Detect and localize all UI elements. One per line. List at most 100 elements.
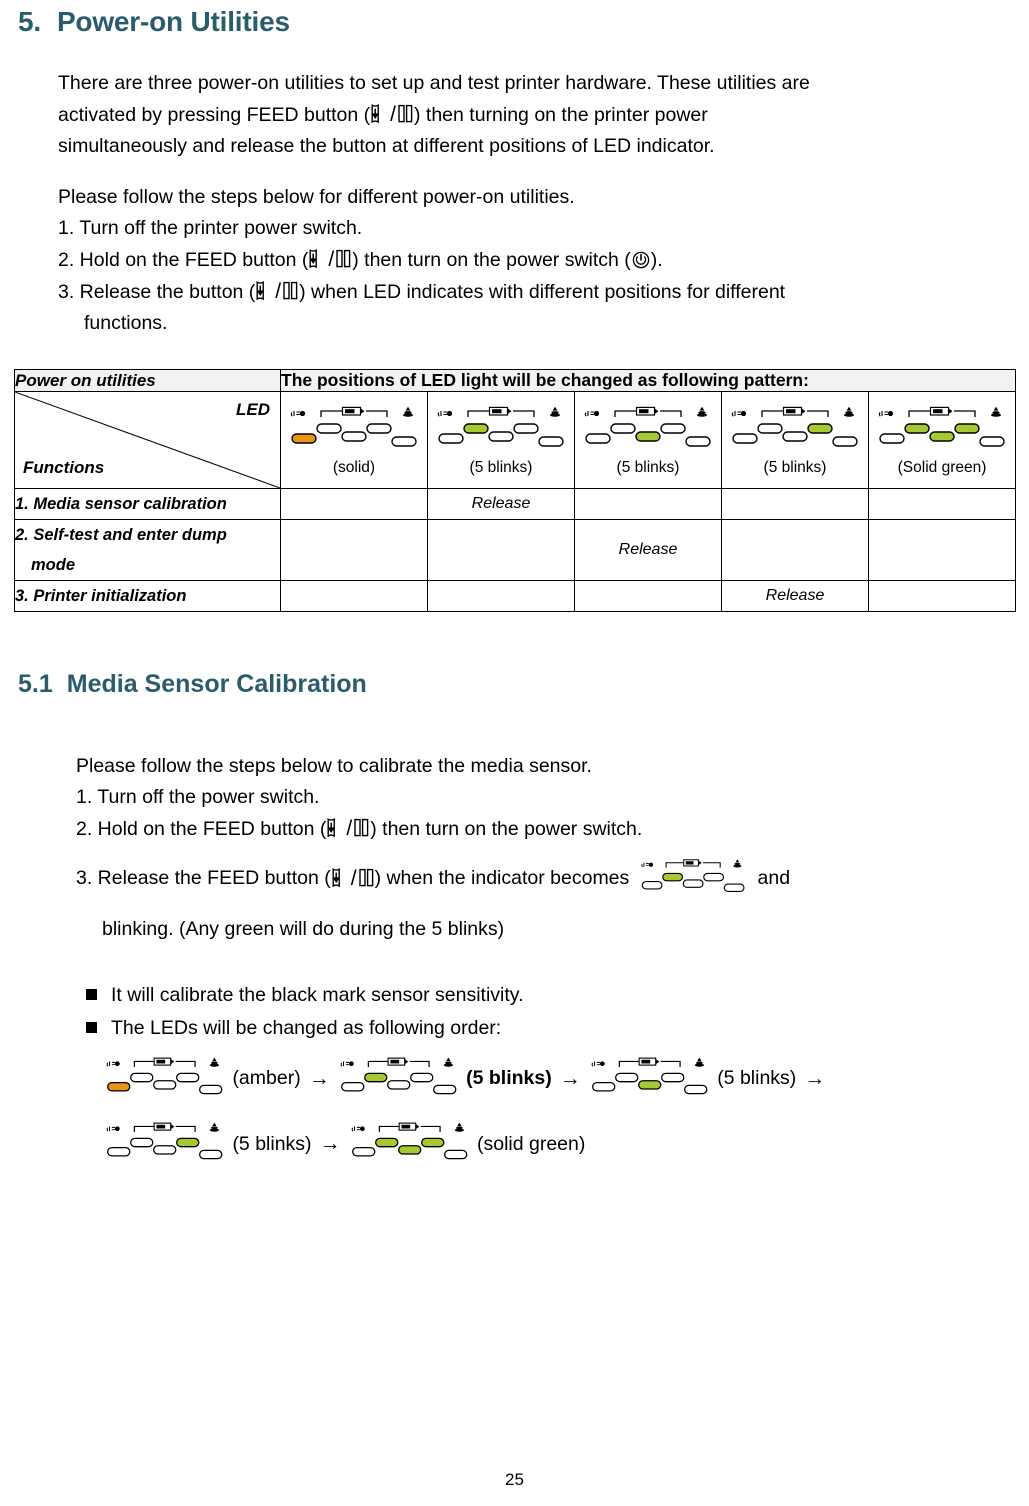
release-cell: Release (427, 488, 575, 520)
power-on-utilities-table: Power on utilities The positions of LED … (14, 369, 1017, 612)
step-3: 3. Release the button ( / ) when LED ind… (58, 280, 786, 303)
table-header-row: Power on utilities The positions of LED … (14, 369, 1017, 392)
page-number: 25 (505, 1470, 524, 1489)
step-1: 1. Turn off the printer power switch. (58, 217, 363, 239)
function-label: 3. Printer initialization (14, 580, 281, 612)
intro-paragraph: There are three power-on utilities to se… (58, 68, 1015, 162)
pause-icon (353, 817, 370, 839)
table-row: 3. Printer initialization Release (14, 580, 1017, 612)
slash-glyph: / (346, 817, 353, 840)
arrow-right-icon: → (319, 1132, 341, 1156)
document-page: 5. Power-on Utilities There are three po… (0, 6, 1029, 1506)
led-caption: (5 blinks) (469, 458, 533, 476)
release-cell (721, 488, 869, 520)
corner-label-led: LED (236, 400, 270, 419)
feed-button-icon (308, 248, 327, 270)
corner-label-functions: Functions (23, 458, 105, 477)
subsection-title-text: Media Sensor Calibration (66, 670, 367, 698)
led-indicator-icon (349, 1120, 470, 1168)
subsection-number: 5.1 (18, 670, 53, 698)
feed-button-icon (331, 867, 350, 889)
function-label: 2. Self-test and enter dump mode (14, 519, 281, 581)
pause-icon (397, 103, 414, 125)
square-bullet-icon (86, 1021, 97, 1033)
square-bullet-icon (86, 988, 97, 1000)
slash-glyph: / (390, 103, 396, 126)
arrow-right-icon: → (559, 1066, 581, 1090)
subsection-title: 5.1 Media Sensor Calibration (18, 670, 1015, 699)
step-3-continued: functions. (84, 312, 168, 334)
arrow-right-icon: → (308, 1066, 330, 1090)
list-item-label: The LEDs will be changed as following or… (111, 1016, 502, 1039)
led-indicator-icon (104, 1120, 225, 1168)
calibration-steps: Please follow the steps below to calibra… (76, 751, 1015, 945)
led-indicator-icon (876, 404, 1008, 456)
release-cell: Release (574, 519, 722, 581)
list-item: It will calibrate the black mark sensor … (86, 979, 1015, 1012)
feed-button-icon (370, 103, 389, 125)
release-cell (427, 519, 575, 581)
led-indicator-icon (435, 404, 567, 456)
led-indicator-icon (589, 1055, 710, 1103)
led-sequence-label: (solid green) (476, 1132, 586, 1155)
led-indicator-icon (104, 1055, 225, 1103)
pause-icon (282, 280, 299, 302)
calibration-intro: Please follow the steps below to calibra… (76, 755, 592, 777)
corner-cell: LED Functions (14, 391, 281, 489)
pause-icon (358, 867, 375, 889)
led-sequence-row-1: (amber) → (5 blinks) → (5 blinks) → (104, 1055, 1015, 1103)
release-cell (280, 519, 428, 581)
release-cell (867, 488, 1017, 520)
arrow-right-icon: → (804, 1066, 826, 1090)
feed-button-icon (326, 817, 345, 839)
table-row: 2. Self-test and enter dump mode Release (14, 519, 1017, 581)
table-row: 1. Media sensor calibration Release (14, 488, 1017, 520)
led-indicator-icon (582, 404, 714, 456)
led-state-cell: (5 blinks) (427, 391, 575, 489)
led-caption: (solid) (332, 458, 376, 476)
led-caption: (5 blinks) (763, 458, 827, 476)
led-state-cell: (5 blinks) (574, 391, 722, 489)
section-title: Power-on Utilities (56, 6, 290, 37)
led-sequence-row-2: (5 blinks) → (solid green) (104, 1120, 1015, 1168)
release-cell (280, 580, 428, 612)
power-switch-icon (631, 250, 651, 270)
header-power-on-utilities: Power on utilities (14, 369, 281, 392)
feed-button-icon (255, 280, 274, 302)
step-2: 2. Hold on the FEED button ( / ) then tu… (58, 248, 663, 271)
power-on-steps: Please follow the steps below for differ… (58, 182, 1015, 339)
pause-icon (335, 248, 352, 270)
function-label: 1. Media sensor calibration (14, 488, 281, 520)
slash-glyph: / (275, 280, 282, 303)
page-title: 5. Power-on Utilities (18, 6, 1015, 38)
release-cell (574, 580, 722, 612)
calib-step-2: 2. Hold on the FEED button ( / ) then tu… (76, 817, 643, 840)
led-sequence-label: (amber) (232, 1067, 301, 1090)
release-cell (574, 488, 722, 520)
section-number: 5. (18, 6, 41, 37)
led-indicator-icon (288, 404, 420, 456)
led-caption: (Solid green) (897, 458, 987, 476)
intro-line-2: activated by pressing FEED button ( / ) … (58, 103, 708, 126)
led-sequence-label: (5 blinks) (717, 1067, 797, 1090)
led-indicator-icon (729, 404, 861, 456)
led-caption: (5 blinks) (616, 458, 680, 476)
release-cell (427, 580, 575, 612)
led-sequence-label: (5 blinks) (232, 1132, 312, 1155)
steps-intro: Please follow the steps below for differ… (58, 186, 575, 208)
led-sequence-label: (5 blinks) (466, 1067, 552, 1090)
led-indicator-icon (338, 1055, 459, 1103)
table-led-row: LED Functions (solid) (5 blinks) (5 blin… (14, 391, 1017, 489)
release-cell (280, 488, 428, 520)
led-state-cell: (solid) (280, 391, 428, 489)
calib-step-3: 3. Release the FEED button ( / ) when th… (76, 857, 1015, 900)
calib-step-3-continued: blinking. (Any green will do during the … (102, 917, 505, 940)
list-item-label: It will calibrate the black mark sensor … (111, 983, 524, 1006)
release-cell (721, 519, 869, 581)
list-item: The LEDs will be changed as following or… (86, 1012, 1015, 1045)
calibration-notes: It will calibrate the black mark sensor … (86, 979, 1015, 1045)
led-state-cell: (Solid green) (867, 391, 1017, 489)
led-indicator-icon (639, 857, 747, 900)
slash-glyph: / (350, 866, 357, 890)
calib-step-1: 1. Turn off the power switch. (76, 786, 320, 808)
